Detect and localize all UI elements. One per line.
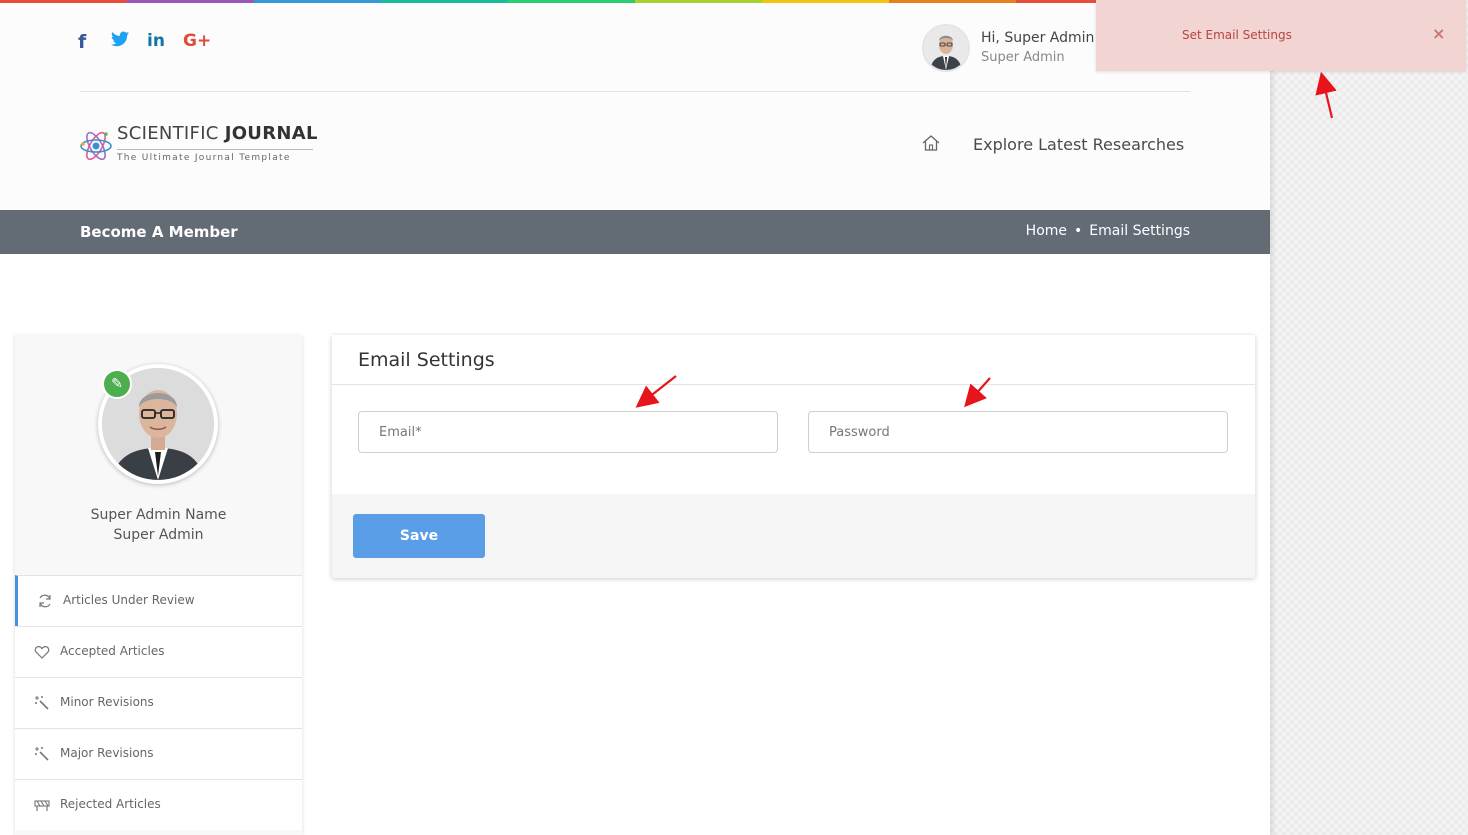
- menu-item-label: Rejected Articles: [60, 797, 161, 811]
- email-settings-title: Email Settings: [358, 349, 495, 371]
- profile-name: Super Admin Name: [90, 507, 227, 523]
- user-role: Super Admin: [981, 50, 1065, 65]
- menu-item-rejected-articles[interactable]: Rejected Articles: [15, 779, 302, 830]
- magic-wand-icon: [34, 695, 50, 711]
- barrier-icon: [34, 797, 50, 813]
- menu-item-label: Major Revisions: [60, 746, 154, 760]
- profile-card: ✎ Super Admin Name Super Admin Articles …: [15, 335, 302, 835]
- menu-item-label: Accepted Articles: [60, 644, 165, 658]
- google-plus-icon[interactable]: G+: [183, 31, 211, 53]
- facebook-icon[interactable]: f: [78, 31, 111, 53]
- email-settings-card: Email Settings Save: [332, 335, 1255, 578]
- breadcrumb-current: Email Settings: [1089, 223, 1190, 239]
- refresh-icon: [37, 593, 53, 609]
- profile-menu: Articles Under Review Accepted Articles …: [15, 575, 302, 830]
- logo-title: SCIENTIFIC JOURNAL: [117, 123, 318, 144]
- magic-wand-icon: [34, 746, 50, 762]
- logo-tagline: The Ultimate Journal Template: [117, 149, 313, 163]
- twitter-icon[interactable]: [111, 31, 147, 53]
- menu-item-accepted-articles[interactable]: Accepted Articles: [15, 626, 302, 677]
- home-icon[interactable]: [921, 134, 941, 152]
- heart-icon: [34, 644, 50, 660]
- profile-role: Super Admin: [113, 527, 204, 543]
- nav-explore-latest-researches[interactable]: Explore Latest Researches: [973, 135, 1184, 154]
- side-background-strip: [1270, 0, 1468, 835]
- page-title-band: Become A Member Home • Email Settings: [0, 210, 1270, 254]
- password-field[interactable]: [808, 411, 1228, 453]
- breadcrumb-separator: •: [1074, 223, 1083, 239]
- site-header: f in G+ Hi, Super Admin N Super Admin SC…: [0, 3, 1270, 210]
- close-icon[interactable]: ×: [1432, 24, 1445, 43]
- save-button[interactable]: Save: [353, 514, 485, 558]
- breadcrumb-home[interactable]: Home: [1026, 223, 1067, 239]
- atom-logo-icon: [80, 131, 112, 161]
- social-links: f in G+: [78, 31, 211, 53]
- toast-message: Set Email Settings: [1182, 28, 1292, 42]
- card-divider: [332, 384, 1255, 385]
- notification-toast: Set Email Settings ×: [1096, 0, 1466, 71]
- menu-item-articles-under-review[interactable]: Articles Under Review: [15, 575, 302, 626]
- user-greeting[interactable]: Hi, Super Admin N: [981, 30, 1109, 46]
- breadcrumb: Home • Email Settings: [1026, 223, 1190, 239]
- edit-profile-pencil-icon[interactable]: ✎: [102, 369, 132, 399]
- menu-item-minor-revisions[interactable]: Minor Revisions: [15, 677, 302, 728]
- card-footer: Save: [332, 494, 1255, 578]
- page-title: Become A Member: [80, 223, 238, 241]
- user-avatar[interactable]: [922, 24, 970, 72]
- menu-item-label: Articles Under Review: [63, 593, 195, 607]
- header-divider: [80, 91, 1190, 92]
- linkedin-icon[interactable]: in: [147, 31, 183, 53]
- menu-item-label: Minor Revisions: [60, 695, 154, 709]
- menu-item-major-revisions[interactable]: Major Revisions: [15, 728, 302, 779]
- email-field[interactable]: [358, 411, 778, 453]
